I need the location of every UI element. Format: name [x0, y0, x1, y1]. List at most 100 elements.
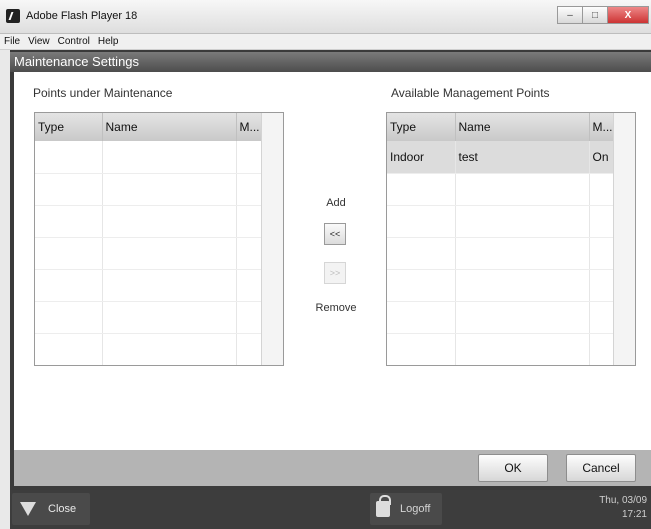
table-header-row: Type Name M...	[387, 113, 616, 141]
cell-type	[35, 301, 103, 334]
cell-name	[455, 301, 590, 334]
table-row[interactable]	[387, 173, 616, 206]
add-label: Add	[326, 197, 346, 209]
menu-help[interactable]: Help	[98, 36, 119, 47]
cell-type: Indoor	[387, 141, 456, 174]
cell-mode	[236, 333, 263, 365]
close-window-button[interactable]: X	[607, 6, 649, 24]
table-row[interactable]	[35, 333, 263, 365]
logoff-button[interactable]: Logoff	[370, 493, 442, 525]
cell-mode	[236, 205, 263, 238]
menu-control[interactable]: Control	[58, 36, 90, 47]
cell-type	[387, 269, 456, 302]
cell-type	[387, 205, 456, 238]
table-row[interactable]	[387, 269, 616, 302]
cell-type	[35, 333, 103, 365]
cell-type	[35, 269, 103, 302]
cell-name	[102, 333, 237, 365]
table-row[interactable]	[387, 237, 616, 270]
column-header-name[interactable]: Name	[455, 113, 590, 141]
column-header-name[interactable]: Name	[102, 113, 237, 141]
menu-bar: File View Control Help	[0, 34, 651, 50]
table-header-row: Type Name M...	[35, 113, 263, 141]
cell-mode	[589, 205, 616, 238]
cell-mode: On	[589, 141, 616, 174]
cell-type	[35, 237, 103, 270]
table-row[interactable]: Indoor test On	[387, 141, 616, 174]
column-header-type[interactable]: Type	[35, 113, 103, 141]
cell-type	[387, 333, 456, 365]
window-controls: – □ X	[557, 6, 649, 24]
right-table-scrollbar[interactable]	[613, 113, 635, 365]
cell-name	[102, 173, 237, 206]
bottom-toolbar	[10, 490, 651, 529]
column-header-mode[interactable]: M...	[236, 113, 263, 141]
remove-button[interactable]: >>	[324, 262, 346, 284]
datetime-display: Thu, 03/09 17:21	[599, 494, 647, 522]
down-arrow-icon	[20, 502, 36, 516]
ok-button[interactable]: OK	[478, 454, 548, 482]
cell-type	[35, 141, 103, 174]
date-text: Thu, 03/09	[599, 495, 647, 506]
cell-name	[102, 301, 237, 334]
points-under-maintenance-table[interactable]: Type Name M...	[34, 112, 284, 366]
column-header-mode[interactable]: M...	[589, 113, 616, 141]
dialog-footer	[14, 450, 651, 486]
cell-mode	[589, 269, 616, 302]
cell-mode	[589, 237, 616, 270]
cell-type	[35, 205, 103, 238]
cell-mode	[236, 173, 263, 206]
table-row[interactable]	[35, 269, 263, 302]
table-row[interactable]	[35, 141, 263, 174]
remove-label: Remove	[315, 302, 357, 314]
column-header-type[interactable]: Type	[387, 113, 456, 141]
cell-name	[455, 269, 590, 302]
add-button[interactable]: <<	[324, 223, 346, 245]
window-title: Adobe Flash Player 18	[26, 10, 138, 22]
window-titlebar: Adobe Flash Player 18 – □ X	[0, 0, 651, 34]
available-management-points-label: Available Management Points	[391, 86, 550, 100]
time-text: 17:21	[621, 509, 647, 520]
cell-mode	[236, 301, 263, 334]
cell-name	[455, 173, 590, 206]
cancel-button[interactable]: Cancel	[566, 454, 636, 482]
cell-name	[455, 205, 590, 238]
cell-mode	[589, 301, 616, 334]
cell-mode	[236, 141, 263, 174]
cell-type	[35, 173, 103, 206]
cell-mode	[236, 269, 263, 302]
cell-name: test	[455, 141, 590, 174]
cell-name	[455, 333, 590, 365]
cell-type	[387, 173, 456, 206]
close-button-label: Close	[48, 503, 77, 515]
table-row[interactable]	[35, 301, 263, 334]
table-row[interactable]	[35, 237, 263, 270]
minimize-button[interactable]: –	[557, 6, 583, 24]
close-button[interactable]: Close	[12, 493, 90, 525]
points-under-maintenance-label: Points under Maintenance	[33, 86, 173, 100]
panel-title: Maintenance Settings	[10, 52, 651, 72]
menu-file[interactable]: File	[4, 36, 20, 47]
cell-type	[387, 237, 456, 270]
flash-player-icon	[6, 9, 20, 23]
lock-icon	[376, 495, 391, 517]
logoff-button-label: Logoff	[400, 503, 431, 515]
cell-name	[102, 269, 237, 302]
cell-name	[102, 141, 237, 174]
table-row[interactable]	[35, 173, 263, 206]
table-row[interactable]	[35, 205, 263, 238]
cell-mode	[589, 333, 616, 365]
cell-name	[455, 237, 590, 270]
available-management-points-table[interactable]: Type Name M... Indoor test On	[386, 112, 636, 366]
table-row[interactable]	[387, 301, 616, 334]
cell-mode	[589, 173, 616, 206]
left-table-scrollbar[interactable]	[261, 113, 283, 365]
cell-type	[387, 301, 456, 334]
maximize-button[interactable]: □	[582, 6, 608, 24]
table-row[interactable]	[387, 333, 616, 365]
cell-name	[102, 205, 237, 238]
table-row[interactable]	[387, 205, 616, 238]
menu-view[interactable]: View	[28, 36, 50, 47]
cell-mode	[236, 237, 263, 270]
cell-name	[102, 237, 237, 270]
